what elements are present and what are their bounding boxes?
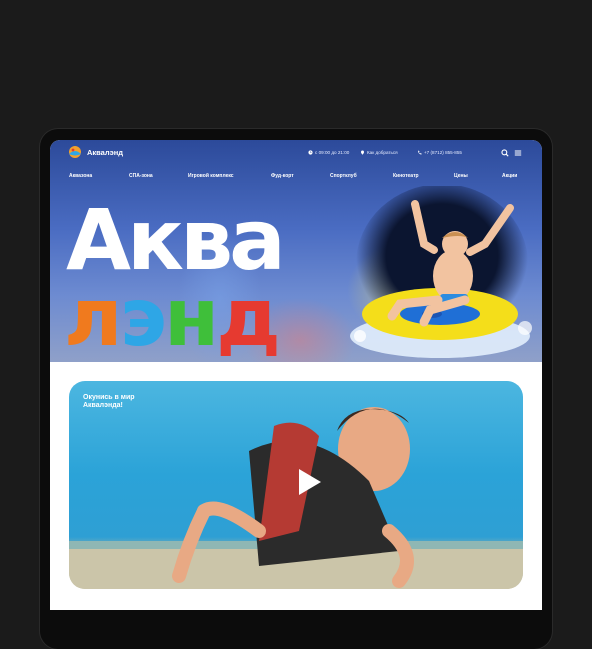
- title-letter-d: д: [216, 271, 281, 364]
- brand-name[interactable]: Аквалэнд: [87, 148, 123, 157]
- nav-item-food-court[interactable]: Фуд-корт: [271, 173, 294, 179]
- location-pin-icon: [361, 150, 364, 155]
- website-screen: Аквалэнд с 09:00 до 21:00 Как добраться: [50, 140, 542, 610]
- video-player[interactable]: Окунись в мир Аквалэнда!: [69, 381, 523, 589]
- opening-hours: с 09:00 до 21:00: [308, 150, 349, 155]
- top-bar: Аквалэнд с 09:00 до 21:00 Как добраться: [50, 140, 542, 166]
- hero-title-line2: лэнд: [64, 271, 281, 364]
- play-icon[interactable]: [291, 465, 325, 499]
- menu-icon[interactable]: [514, 149, 522, 157]
- nav-item-spa[interactable]: СПА-зона: [129, 173, 153, 179]
- video-caption: Окунись в мир Аквалэнда!: [83, 394, 135, 409]
- directions-link[interactable]: Как добраться: [360, 150, 398, 155]
- title-letter-l: л: [64, 271, 123, 364]
- nav-item-cinema[interactable]: Кинотеатр: [393, 173, 419, 179]
- hero-kid-on-tube-image: [350, 186, 532, 358]
- main-nav: Аквазона СПА-зона Игровой комплекс Фуд-к…: [50, 173, 542, 183]
- directions-text: Как добраться: [367, 150, 398, 155]
- logo-icon[interactable]: [67, 145, 83, 159]
- nav-item-aquazone[interactable]: Аквазона: [69, 173, 92, 179]
- clock-icon: [308, 150, 313, 155]
- hours-text: с 09:00 до 21:00: [315, 150, 350, 155]
- nav-item-sport-club[interactable]: Спортклуб: [330, 173, 357, 179]
- phone-link[interactable]: +7 (8712) 855-855: [417, 150, 462, 155]
- phone-text: +7 (8712) 855-855: [424, 150, 462, 155]
- search-icon[interactable]: [501, 149, 509, 157]
- title-letter-n: н: [164, 271, 219, 364]
- title-letter-e: э: [119, 271, 167, 364]
- nav-item-play-complex[interactable]: Игровой комплекс: [188, 173, 234, 179]
- nav-item-prices[interactable]: Цены: [454, 173, 468, 179]
- hero-section: Аквалэнд с 09:00 до 21:00 Как добраться: [50, 140, 542, 362]
- hero-title-line1: Аква: [66, 191, 286, 289]
- nav-item-promotions[interactable]: Акции: [502, 173, 517, 179]
- phone-icon: [418, 150, 422, 155]
